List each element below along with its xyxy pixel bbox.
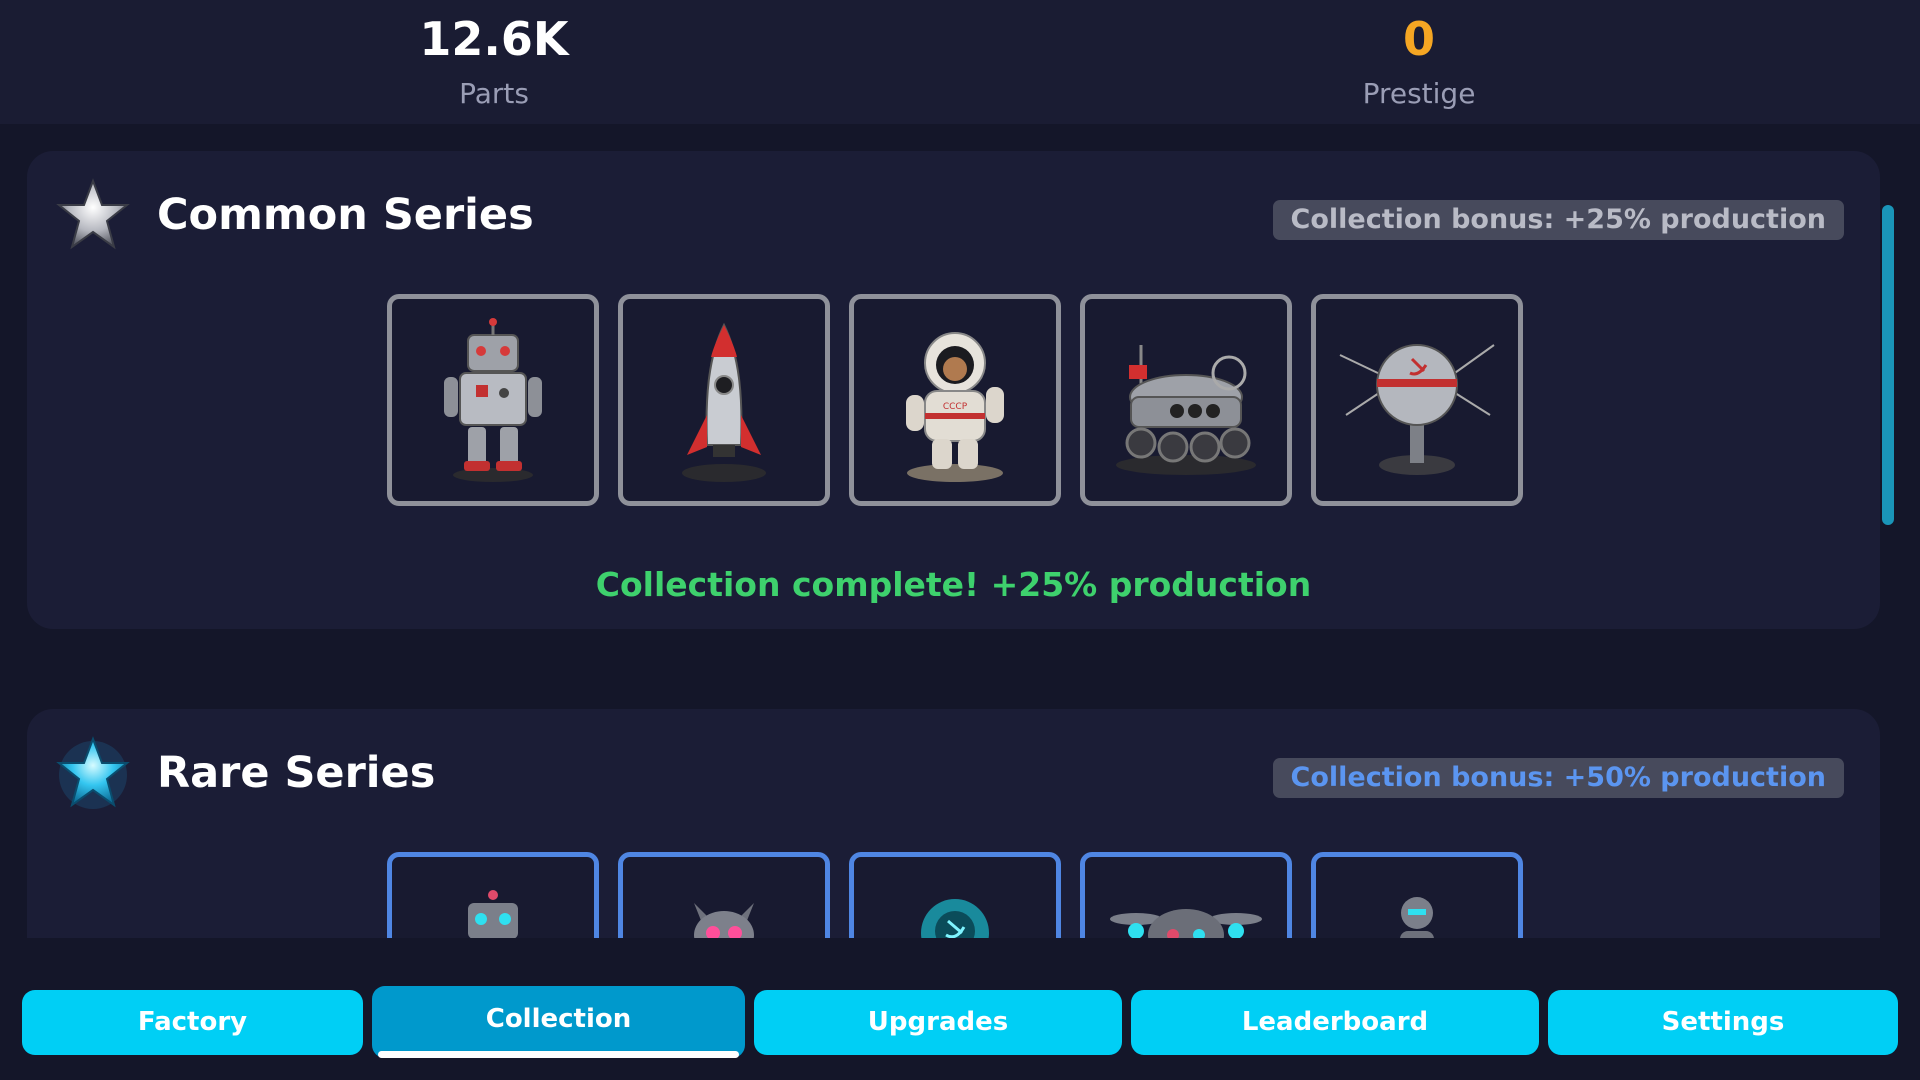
collection-scroll-area[interactable]: Common Series Collection bonus: +25% pro… [0,124,1920,938]
robot-cat-icon [694,903,754,938]
tab-collection-label: Collection [485,1004,632,1034]
collection-slot-sputnik[interactable] [1311,294,1523,506]
hologram-cosmonaut-icon [921,899,989,938]
parts-value: 12.6K [419,12,569,66]
rocket-toy-icon [682,322,766,482]
lunar-rover-toy-icon [1116,345,1256,475]
collection-slot-android-figure[interactable] [1311,852,1523,938]
robot-toy-icon [444,318,542,482]
bottom-tab-bar: Factory Collection Upgrades Leaderboard … [0,965,1920,1080]
collection-complete-message: Collection complete! +25% production [595,565,1312,604]
active-tab-indicator [378,1051,739,1058]
rare-series-card: Rare Series Collection bonus: +50% produ… [27,709,1880,938]
tab-collection[interactable]: Collection [372,986,745,1058]
common-series-title: Common Series [157,190,534,240]
collection-slot-drone-ship[interactable] [1080,852,1292,938]
tab-factory[interactable]: Factory [22,990,363,1055]
collection-slot-lunar-rover[interactable] [1080,294,1292,506]
collection-slot-robot-cat[interactable] [618,852,830,938]
sputnik-toy-icon [1339,344,1495,475]
rare-robot-icon [468,890,518,938]
collection-slot-rare-robot[interactable] [387,852,599,938]
tab-settings[interactable]: Settings [1548,990,1898,1055]
common-bonus-badge: Collection bonus: +25% production [1272,200,1844,240]
prestige-label: Prestige [1362,77,1476,110]
rare-bonus-badge: Collection bonus: +50% production [1272,758,1844,798]
vertical-scrollbar[interactable] [1882,205,1894,525]
common-series-card: Common Series Collection bonus: +25% pro… [27,151,1880,629]
silver-star-icon [55,177,131,253]
stats-bar: 12.6K Parts 0 Prestige [0,0,1920,124]
tab-upgrades[interactable]: Upgrades [754,990,1122,1055]
tab-leaderboard[interactable]: Leaderboard [1131,990,1539,1055]
collection-slot-cosmonaut[interactable]: CCCP [849,294,1061,506]
parts-label: Parts [459,77,529,110]
collection-slot-hologram-cosmonaut[interactable] [849,852,1061,938]
cyan-star-icon [55,735,131,811]
cosmonaut-toy-icon: CCCP [906,332,1004,482]
parts-stat: 12.6K Parts [294,8,694,114]
collection-slot-robot[interactable] [387,294,599,506]
prestige-value: 0 [1402,12,1435,66]
prestige-stat: 0 Prestige [1219,8,1619,114]
drone-ship-icon [1110,909,1262,938]
android-figure-icon [1400,897,1434,938]
collection-slot-rocket[interactable] [618,294,830,506]
rare-series-title: Rare Series [157,748,436,798]
svg-text:CCCP: CCCP [943,402,968,412]
